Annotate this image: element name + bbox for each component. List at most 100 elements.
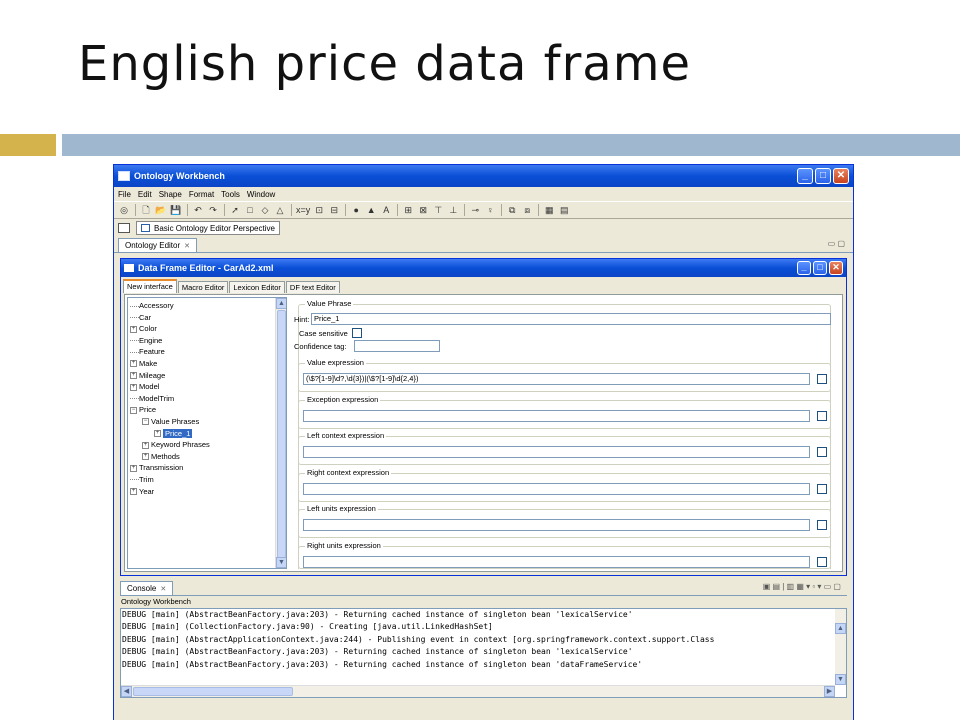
align-top-icon[interactable]: ⊤ bbox=[432, 204, 444, 216]
align-bottom-icon[interactable]: ⊥ bbox=[447, 204, 459, 216]
menu-edit[interactable]: Edit bbox=[138, 190, 152, 199]
redo-icon[interactable]: ↷ bbox=[207, 204, 219, 216]
panel-icon[interactable]: ▤ bbox=[558, 204, 570, 216]
tab-console[interactable]: Console ✕ bbox=[120, 581, 174, 595]
console-hscroll[interactable]: ◀ ▶ bbox=[121, 685, 835, 697]
tree-item[interactable]: + Make bbox=[130, 358, 274, 370]
tree-item[interactable]: + Mileage bbox=[130, 370, 274, 382]
save-icon[interactable]: 💾 bbox=[170, 204, 182, 216]
xy-icon[interactable]: x=y bbox=[296, 204, 310, 216]
close-button[interactable]: ✕ bbox=[833, 168, 849, 184]
expand-icon[interactable]: + bbox=[142, 441, 149, 449]
scroll-left-icon[interactable]: ◀ bbox=[121, 686, 132, 697]
tree-scrollbar[interactable]: ▲ ▼ bbox=[275, 298, 286, 568]
expand-icon[interactable]: + bbox=[130, 464, 137, 472]
dfe-restore-button[interactable]: □ bbox=[813, 261, 827, 275]
tree-item[interactable]: − Price bbox=[130, 404, 274, 416]
text-a-icon[interactable]: A bbox=[380, 204, 392, 216]
console-close-icon[interactable]: ✕ bbox=[160, 585, 166, 593]
scroll-down-icon[interactable]: ▼ bbox=[276, 557, 286, 568]
expression-checkbox[interactable] bbox=[817, 410, 827, 421]
scroll-right-icon[interactable]: ▶ bbox=[824, 686, 835, 697]
tab-new-interface[interactable]: New interface bbox=[123, 279, 177, 293]
tree-item[interactable]: Trim bbox=[130, 474, 274, 486]
tab-close-icon[interactable]: ✕ bbox=[184, 242, 190, 250]
diamond-icon[interactable]: ◇ bbox=[259, 204, 271, 216]
expression-checkbox[interactable] bbox=[817, 520, 827, 530]
maximize-button[interactable]: □ bbox=[815, 168, 831, 184]
collapse-icon[interactable]: − bbox=[130, 406, 137, 414]
box-a-icon[interactable]: ⊡ bbox=[313, 204, 325, 216]
tree-item[interactable]: + Model bbox=[130, 381, 274, 393]
expand-icon[interactable]: + bbox=[130, 383, 137, 391]
expand-icon[interactable]: + bbox=[142, 453, 149, 461]
filled-triangle-icon[interactable]: ▲ bbox=[365, 204, 377, 216]
open-perspective-icon[interactable] bbox=[118, 223, 130, 233]
case-sensitive-checkbox[interactable] bbox=[352, 328, 362, 338]
console-toolbar-icons[interactable]: ▣ ▤ | ▥ ▦ ▾ ▫ ▾ ▭ ▢ bbox=[763, 582, 841, 591]
tree-item[interactable]: Accessory bbox=[130, 300, 274, 312]
expand-icon[interactable]: + bbox=[130, 372, 137, 380]
expression-checkbox[interactable] bbox=[817, 556, 827, 567]
expression-input[interactable] bbox=[303, 446, 810, 458]
expand-icon[interactable]: + bbox=[130, 360, 137, 368]
new-file-icon[interactable]: 🗋 bbox=[140, 204, 152, 216]
undo-icon[interactable]: ↶ bbox=[192, 204, 204, 216]
dot-icon[interactable]: ● bbox=[350, 204, 362, 216]
console-vscroll[interactable]: ▲ ▼ bbox=[835, 609, 846, 685]
expression-checkbox[interactable] bbox=[817, 447, 827, 457]
tree-item[interactable]: Engine bbox=[130, 335, 274, 347]
expression-checkbox[interactable] bbox=[817, 483, 827, 494]
scroll-thumb[interactable] bbox=[277, 310, 286, 558]
expand-icon[interactable]: + bbox=[130, 325, 137, 333]
hint-input[interactable]: Price_1 bbox=[311, 313, 831, 325]
dfe-close-button[interactable]: ✕ bbox=[829, 261, 843, 275]
tree-item[interactable]: Car bbox=[130, 312, 274, 324]
tree-item[interactable]: Feature bbox=[130, 346, 274, 358]
rectangle-icon[interactable]: □ bbox=[244, 204, 256, 216]
menu-window[interactable]: Window bbox=[247, 190, 275, 199]
open-folder-icon[interactable]: 📂 bbox=[155, 204, 167, 216]
expression-input[interactable] bbox=[303, 555, 810, 568]
group-icon[interactable]: ⧉ bbox=[506, 204, 518, 216]
dfe-minimize-button[interactable]: _ bbox=[797, 261, 811, 275]
expression-input[interactable] bbox=[303, 519, 810, 531]
dfe-titlebar[interactable]: Data Frame Editor - CarAd2.xml _ □ ✕ bbox=[121, 259, 846, 277]
menu-format[interactable]: Format bbox=[189, 190, 214, 199]
person-icon[interactable]: ♀ bbox=[484, 204, 496, 216]
tree-item[interactable]: + Color bbox=[130, 323, 274, 335]
tree-item[interactable]: − Value Phrases bbox=[130, 416, 274, 428]
expression-input[interactable] bbox=[303, 409, 810, 422]
expression-checkbox[interactable] bbox=[817, 374, 827, 384]
app-titlebar[interactable]: Ontology Workbench _ □ ✕ bbox=[114, 165, 853, 187]
align-icon[interactable]: ⊞ bbox=[402, 204, 414, 216]
distribute-icon[interactable]: ⊠ bbox=[417, 204, 429, 216]
tree-item[interactable]: + Keyword Phrases bbox=[130, 439, 274, 451]
box-b-icon[interactable]: ⊟ bbox=[328, 204, 340, 216]
menu-file[interactable]: File bbox=[118, 190, 131, 199]
link-icon[interactable]: ⊸ bbox=[469, 204, 481, 216]
grid-icon[interactable]: ▦ bbox=[543, 204, 555, 216]
perspective-button[interactable]: Basic Ontology Editor Perspective bbox=[136, 221, 280, 235]
pointer-icon[interactable]: ➚ bbox=[229, 204, 241, 216]
expression-input[interactable] bbox=[303, 482, 810, 495]
h-scroll-thumb[interactable] bbox=[133, 687, 293, 696]
triangle-icon[interactable]: △ bbox=[274, 204, 286, 216]
tree-item[interactable]: + Methods bbox=[130, 451, 274, 463]
scroll-up-icon[interactable]: ▲ bbox=[276, 298, 286, 309]
ungroup-icon[interactable]: ⧈ bbox=[521, 204, 533, 216]
expand-icon[interactable]: + bbox=[130, 488, 137, 496]
expression-input[interactable]: (\$?[1-9]\d?,\d{3})|(\$?[1-9]\d{2,4}) bbox=[303, 373, 810, 385]
expand-icon[interactable]: + bbox=[154, 430, 161, 438]
console-scroll-down-icon[interactable]: ▼ bbox=[835, 674, 846, 685]
console-scroll-up-icon[interactable]: ▲ bbox=[835, 623, 846, 634]
target-icon[interactable]: ◎ bbox=[118, 204, 130, 216]
tree-item[interactable]: + Transmission bbox=[130, 462, 274, 474]
tab-ontology-editor[interactable]: Ontology Editor ✕ bbox=[118, 238, 198, 252]
menu-shape[interactable]: Shape bbox=[159, 190, 182, 199]
tab-df-text-editor[interactable]: DF text Editor bbox=[285, 281, 340, 293]
tree-item[interactable]: ModelTrim bbox=[130, 393, 274, 405]
tab-lexicon-editor[interactable]: Lexicon Editor bbox=[229, 281, 285, 293]
tree-item[interactable]: + Price_1 bbox=[130, 428, 274, 440]
confidence-tag-input[interactable] bbox=[354, 340, 440, 352]
